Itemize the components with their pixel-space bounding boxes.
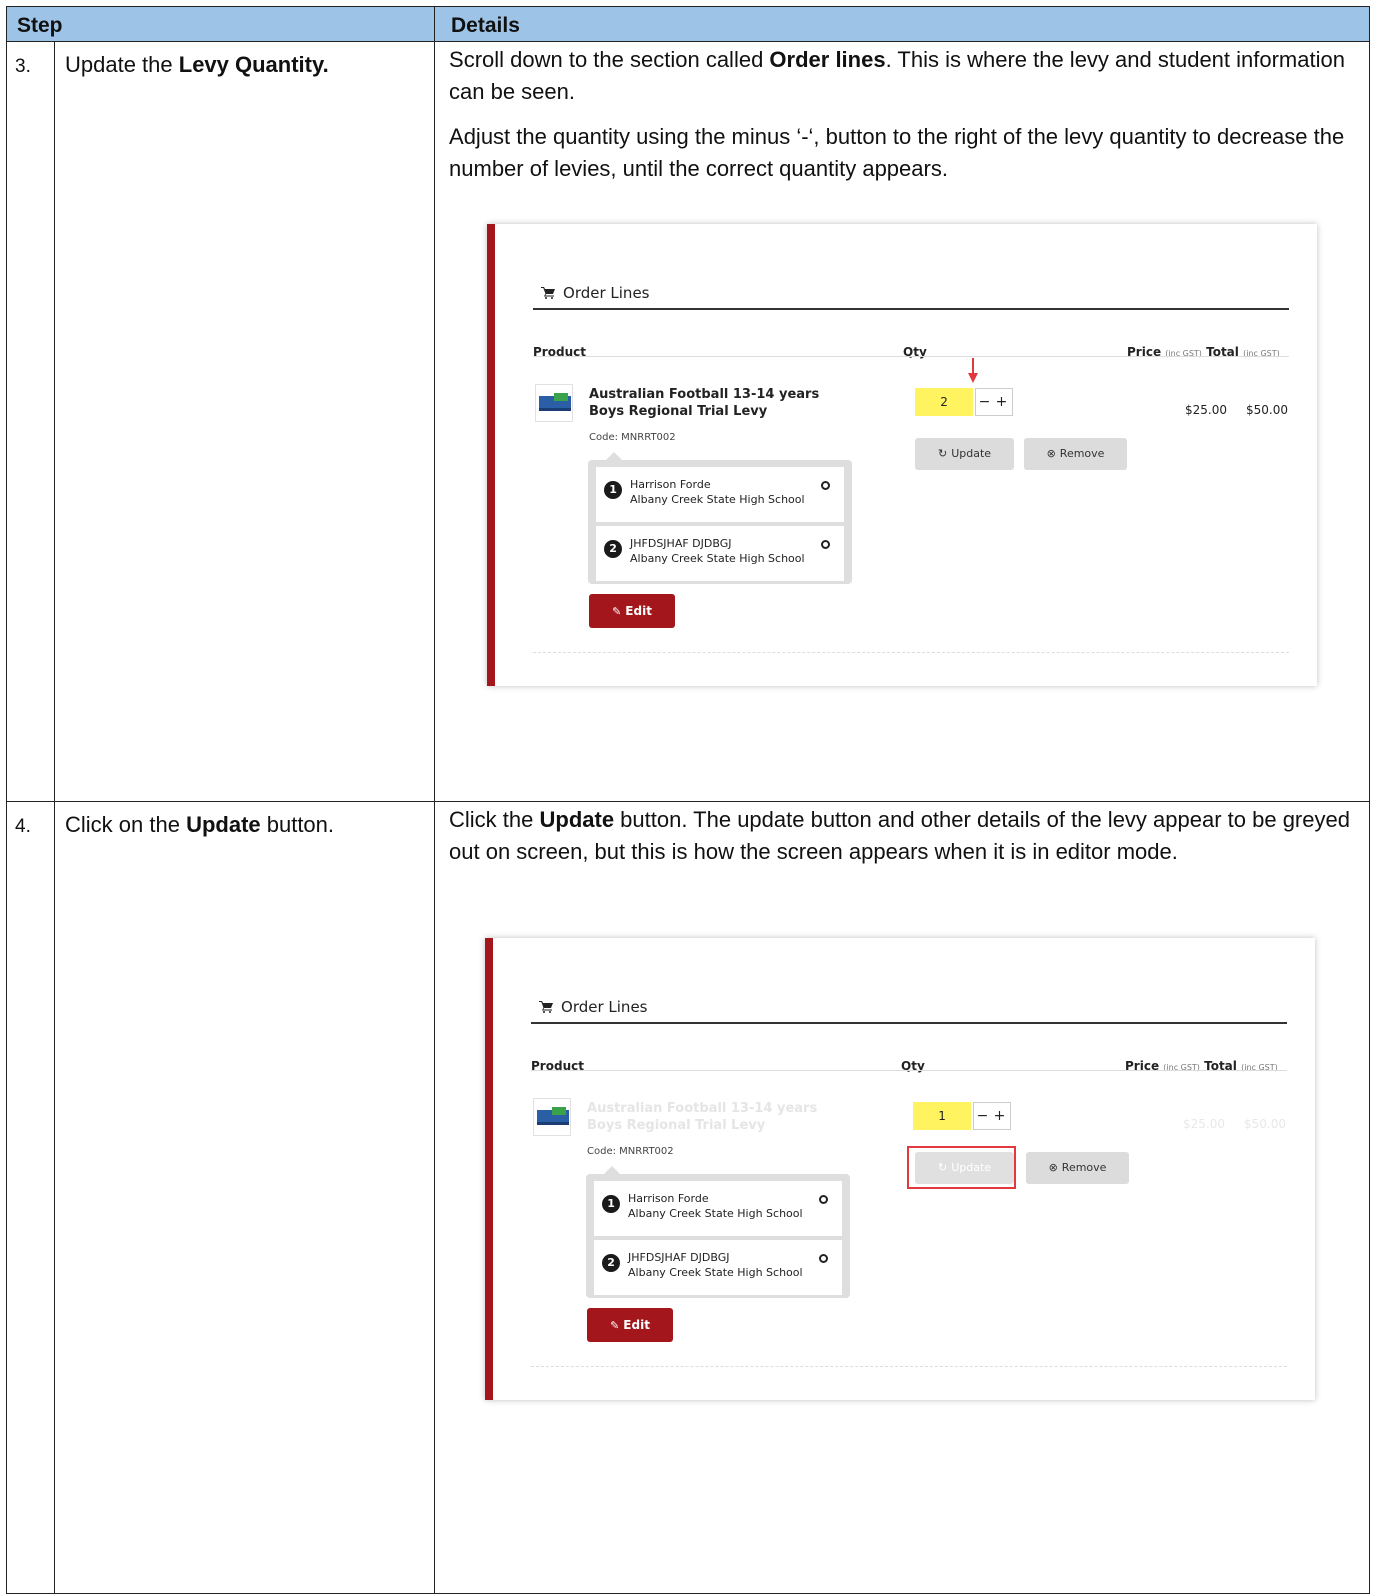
student-number-icon: 2 — [602, 1254, 621, 1272]
red-arrow-down-icon — [968, 358, 979, 383]
close-circle-icon[interactable] — [821, 481, 831, 490]
student-school: Albany Creek State High School — [630, 552, 805, 565]
step-text-bold: Levy Quantity. — [178, 52, 329, 77]
product-code: Code: MNRRT002 — [589, 432, 676, 443]
cart-icon — [539, 1001, 554, 1013]
details-paragraph: Click the Update button. The update butt… — [449, 807, 1350, 864]
col-product: Product — [533, 345, 586, 359]
product-logo — [533, 1098, 572, 1136]
step-number: 3. — [6, 41, 55, 802]
col-price: Price (inc GST) Total (inc GST) — [1127, 345, 1280, 359]
total-value: $50.00 — [1244, 1117, 1287, 1131]
edit-button[interactable]: ✎ Edit — [589, 594, 676, 628]
product-logo — [535, 384, 574, 422]
col-product: Product — [531, 1059, 584, 1073]
header-details: Details — [434, 6, 1371, 42]
step-text: Update the — [65, 52, 179, 77]
step-text: Click on the — [65, 812, 187, 837]
table-header-row: Step Details — [5, 6, 1371, 42]
list-item: 2 JHFDSJHAF DJDBGJ Albany Creek State Hig… — [596, 526, 845, 581]
student-name: JHFDSJHAF DJDBGJ — [630, 537, 732, 550]
step-instruction: Update the Levy Quantity. — [53, 41, 436, 802]
product-code: Code: MNRRT002 — [587, 1146, 674, 1157]
minus-button[interactable]: − — [974, 1103, 991, 1129]
col-qty: Qty — [901, 1059, 925, 1073]
remove-circle-icon: ⊗ — [1048, 1161, 1058, 1174]
student-name: JHFDSJHAF DJDBGJ — [628, 1251, 730, 1264]
plus-button[interactable]: + — [993, 389, 1010, 415]
plus-button[interactable]: + — [991, 1103, 1008, 1129]
step-number: 4. — [6, 801, 55, 1594]
close-circle-icon[interactable] — [821, 540, 831, 549]
quantity-stepper[interactable]: − + — [975, 388, 1014, 416]
remove-circle-icon: ⊗ — [1046, 447, 1056, 460]
student-number-icon: 2 — [604, 540, 623, 558]
student-number-icon: 1 — [602, 1195, 621, 1213]
order-lines-title: Order Lines — [541, 277, 650, 309]
student-number-icon: 1 — [604, 481, 623, 499]
student-school: Albany Creek State High School — [630, 493, 805, 506]
quantity-stepper[interactable]: − + — [973, 1102, 1012, 1130]
remove-button[interactable]: ⊗ Remove — [1024, 438, 1128, 470]
student-list: 1 Harrison Forde Albany Creek State High … — [588, 452, 853, 584]
student-name: Harrison Forde — [630, 478, 711, 491]
order-lines-title: Order Lines — [539, 991, 648, 1023]
col-qty: Qty — [903, 345, 927, 359]
student-school: Albany Creek State High School — [628, 1207, 803, 1220]
price-value: $25.00 — [1183, 1117, 1226, 1131]
list-item: 1 Harrison Forde Albany Creek State High … — [594, 1181, 843, 1236]
remove-button[interactable]: ⊗ Remove — [1026, 1152, 1130, 1184]
update-button[interactable]: ↻ Update — [915, 438, 1015, 470]
quantity-input[interactable]: 1 — [913, 1102, 972, 1130]
product-name: Australian Football 13-14 years Boys Reg… — [589, 387, 820, 419]
edit-button[interactable]: ✎ Edit — [587, 1308, 674, 1342]
step-details: Click the Update button. The update butt… — [434, 801, 1371, 1594]
quantity-input[interactable]: 2 — [915, 388, 974, 416]
table-row: 4. Click on the Update button. Click the… — [6, 801, 1371, 1594]
order-lines-screenshot: Order Lines Product Qty Price (inc GST) … — [485, 938, 1316, 1400]
step-text: button. — [260, 812, 335, 837]
refresh-icon: ↻ — [937, 447, 948, 460]
step-details: Scroll down to the section called Order … — [434, 41, 1371, 802]
minus-button[interactable]: − — [976, 389, 993, 415]
cart-icon — [541, 287, 556, 299]
details-paragraph: Adjust the quantity using the minus ‘-‘,… — [449, 124, 1345, 181]
pencil-icon: ✎ — [610, 1319, 620, 1332]
list-item: 1 Harrison Forde Albany Creek State High … — [596, 467, 845, 522]
product-name: Australian Football 13-14 years Boys Reg… — [587, 1101, 818, 1133]
close-circle-icon[interactable] — [819, 1254, 829, 1263]
table-row: 3. Update the Levy Quantity. Scroll down… — [6, 41, 1371, 802]
student-school: Albany Creek State High School — [628, 1266, 803, 1279]
header-step: Step — [5, 6, 436, 42]
student-list: 1 Harrison Forde Albany Creek State High … — [586, 1166, 851, 1298]
order-lines-screenshot: Order Lines Product Qty Price (inc GST) … — [487, 224, 1318, 686]
student-name: Harrison Forde — [628, 1192, 709, 1205]
step-instruction: Click on the Update button. — [53, 801, 436, 1594]
update-highlight-box — [907, 1146, 1017, 1189]
total-value: $50.00 — [1246, 403, 1289, 417]
steps-table: Step Details 3. Update the Levy Quantity… — [5, 6, 1371, 1594]
close-circle-icon[interactable] — [819, 1195, 829, 1204]
list-item: 2 JHFDSJHAF DJDBGJ Albany Creek State Hig… — [594, 1240, 843, 1295]
details-paragraph: Scroll down to the section called Order … — [449, 47, 1345, 104]
price-value: $25.00 — [1185, 403, 1228, 417]
col-price: Price (inc GST) Total (inc GST) — [1125, 1059, 1278, 1073]
step-text-bold: Update — [186, 812, 261, 837]
pencil-icon: ✎ — [612, 605, 622, 618]
